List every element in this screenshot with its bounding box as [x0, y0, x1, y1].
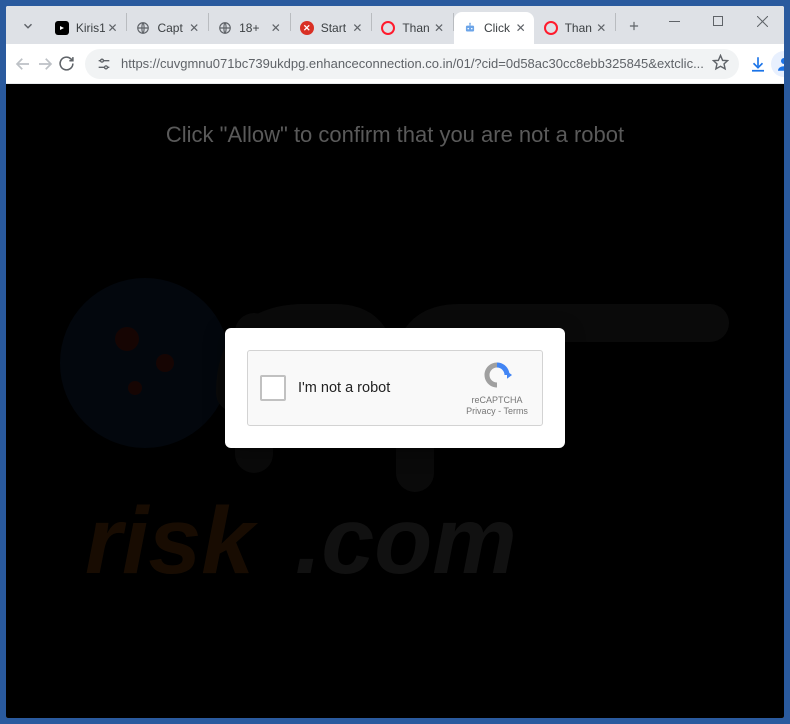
toolbar: https://cuvgmnu071bc739ukdpg.enhanceconn… — [6, 44, 784, 84]
opera-icon — [543, 20, 559, 36]
reload-button[interactable] — [58, 48, 75, 80]
close-icon[interactable]: ✕ — [350, 21, 364, 35]
close-icon[interactable]: ✕ — [269, 21, 283, 35]
url-text: https://cuvgmnu071bc739ukdpg.enhanceconn… — [121, 56, 704, 71]
close-icon[interactable]: ✕ — [105, 21, 119, 35]
tab-click[interactable]: Click ✕ — [454, 12, 534, 44]
page-heading: Click "Allow" to confirm that you are no… — [6, 122, 784, 148]
download-icon — [749, 55, 767, 73]
tab-than-1[interactable]: Than ✕ — [372, 12, 452, 44]
bookmark-button[interactable] — [712, 54, 729, 74]
maximize-button[interactable] — [696, 6, 740, 36]
tab-title: Click — [484, 21, 514, 35]
bot-icon — [462, 20, 478, 36]
close-window-button[interactable] — [740, 6, 784, 36]
close-icon[interactable]: ✕ — [594, 21, 608, 35]
tab-kiris[interactable]: Kiris1 ✕ — [46, 12, 126, 44]
close-icon[interactable]: ✕ — [187, 21, 201, 35]
person-icon — [775, 55, 784, 73]
chevron-down-icon — [21, 19, 35, 33]
error-icon: ✕ — [299, 20, 315, 36]
arrow-left-icon — [14, 55, 32, 73]
tab-title: Than — [565, 21, 595, 35]
page-content: risk .com Click "Allow" to confirm that … — [6, 84, 784, 718]
maximize-icon — [713, 16, 723, 26]
tab-capt[interactable]: Capt ✕ — [127, 12, 207, 44]
tab-18plus[interactable]: 18+ ✕ — [209, 12, 289, 44]
tab-title: Capt — [157, 21, 187, 35]
address-bar[interactable]: https://cuvgmnu071bc739ukdpg.enhanceconn… — [85, 49, 739, 79]
profile-button[interactable] — [771, 48, 784, 80]
recaptcha-icon — [464, 360, 530, 393]
recaptcha-terms-link[interactable]: Terms — [503, 406, 528, 416]
recaptcha-label: I'm not a robot — [298, 380, 464, 396]
opera-icon — [380, 20, 396, 36]
tab-title: Start — [321, 21, 351, 35]
minimize-icon — [669, 16, 680, 27]
recaptcha-brand: reCAPTCHA Privacy - Terms — [464, 360, 530, 417]
tab-strip: Kiris1 ✕ Capt ✕ 18+ ✕ ✕ Start — [6, 6, 784, 44]
tab-title: Kiris1 — [76, 21, 106, 35]
tab-title: 18+ — [239, 21, 269, 35]
close-icon — [757, 16, 768, 27]
youtube-icon — [54, 20, 70, 36]
globe-icon — [217, 20, 233, 36]
forward-button[interactable] — [36, 48, 54, 80]
browser-window: Kiris1 ✕ Capt ✕ 18+ ✕ ✕ Start — [6, 6, 784, 718]
recaptcha-checkbox[interactable] — [260, 375, 286, 401]
minimize-button[interactable] — [652, 6, 696, 36]
globe-icon — [135, 20, 151, 36]
tab-title: Than — [402, 21, 432, 35]
reload-icon — [58, 55, 75, 72]
recaptcha-privacy-link[interactable]: Privacy — [466, 406, 496, 416]
star-icon — [712, 54, 729, 71]
tab-start[interactable]: ✕ Start ✕ — [291, 12, 371, 44]
site-settings-icon[interactable] — [95, 55, 113, 73]
new-tab-button[interactable] — [620, 12, 648, 40]
captcha-card: I'm not a robot reCAPTCHA Privacy - — [225, 328, 565, 448]
svg-text:risk: risk — [85, 488, 258, 594]
recaptcha-brand-text: reCAPTCHA — [464, 395, 530, 406]
downloads-button[interactable] — [749, 48, 767, 80]
recaptcha-widget: I'm not a robot reCAPTCHA Privacy - — [247, 350, 543, 426]
plus-icon — [627, 19, 641, 33]
avatar — [771, 51, 784, 77]
svg-text:.com: .com — [295, 488, 517, 594]
back-button[interactable] — [14, 48, 32, 80]
close-icon[interactable]: ✕ — [432, 21, 446, 35]
tab-than-2[interactable]: Than ✕ — [535, 12, 615, 44]
arrow-right-icon — [36, 55, 54, 73]
close-icon[interactable]: ✕ — [514, 21, 528, 35]
tab-search-button[interactable] — [14, 12, 42, 40]
window-controls — [652, 6, 784, 44]
